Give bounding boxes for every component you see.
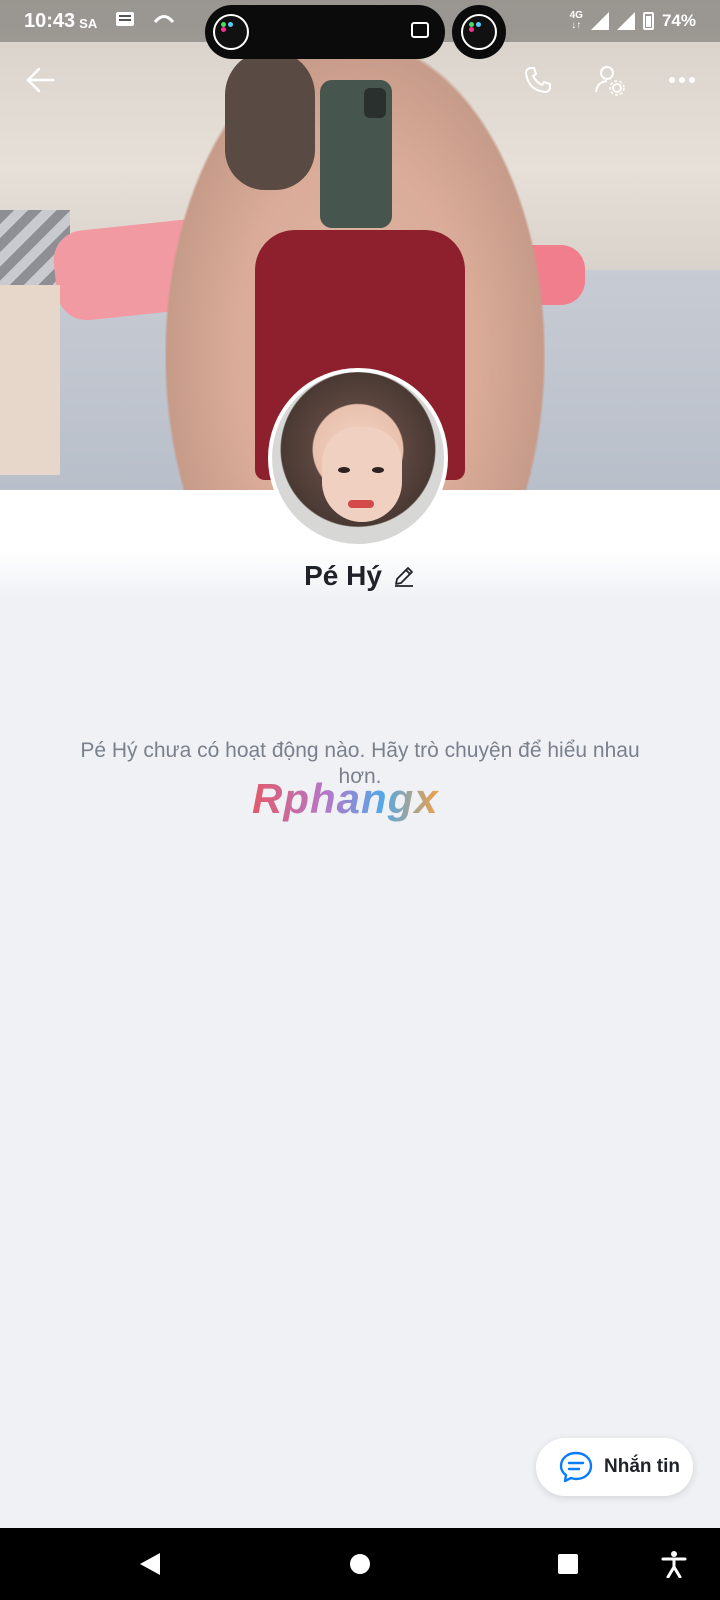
send-message-label: Nhắn tin [604,1456,680,1477]
nav-recents-button[interactable] [548,1544,588,1584]
arrow-left-icon [26,67,55,93]
call-button[interactable] [514,56,562,104]
chat-head-avatar-2[interactable] [461,14,497,50]
more-dots-icon [669,77,695,83]
missed-call-icon [153,12,175,30]
pencil-icon [394,567,413,587]
network-type: 4G ↓↑ [569,10,583,31]
nav-back-button[interactable] [130,1544,170,1584]
status-time: 10:43 [24,9,76,32]
avatar-lips [348,500,374,508]
message-icon[interactable] [411,22,429,38]
accessibility-icon [661,1551,687,1578]
chat-bubble-icon [559,1451,593,1483]
status-right: 4G ↓↑ 74% [570,11,696,31]
circle-home-icon [350,1554,370,1574]
top-action-bar [0,56,720,104]
signal-icon [590,12,609,30]
profile-name-row: Pé Hý [0,560,720,592]
cover-chair [0,285,60,475]
battery-icon [642,12,654,30]
chat-head-avatar[interactable] [213,14,249,50]
profile-settings-button[interactable] [586,56,634,104]
triangle-back-icon [140,1553,160,1575]
send-message-button[interactable]: Nhắn tin [536,1438,693,1496]
chat-head-bubble[interactable] [452,5,506,59]
nav-home-button[interactable] [340,1544,380,1584]
watermark-logo: Rphangx [252,775,439,822]
phone-icon [525,67,551,93]
signal-icon-2 [616,12,635,30]
battery-percent: 74% [661,11,696,30]
profile-name: Pé Hý [304,560,382,591]
nav-accessibility-button[interactable] [654,1544,694,1584]
person-settings-icon [595,66,625,96]
status-ampm: SA [79,15,98,31]
chat-head-pill[interactable] [205,5,445,59]
edit-name-button[interactable] [392,564,416,588]
avatar[interactable] [268,368,448,548]
back-button[interactable] [16,56,64,104]
more-button[interactable] [658,56,706,104]
system-nav-bar [0,1528,720,1600]
notification-news-icon [115,11,135,32]
square-recents-icon [558,1554,578,1574]
